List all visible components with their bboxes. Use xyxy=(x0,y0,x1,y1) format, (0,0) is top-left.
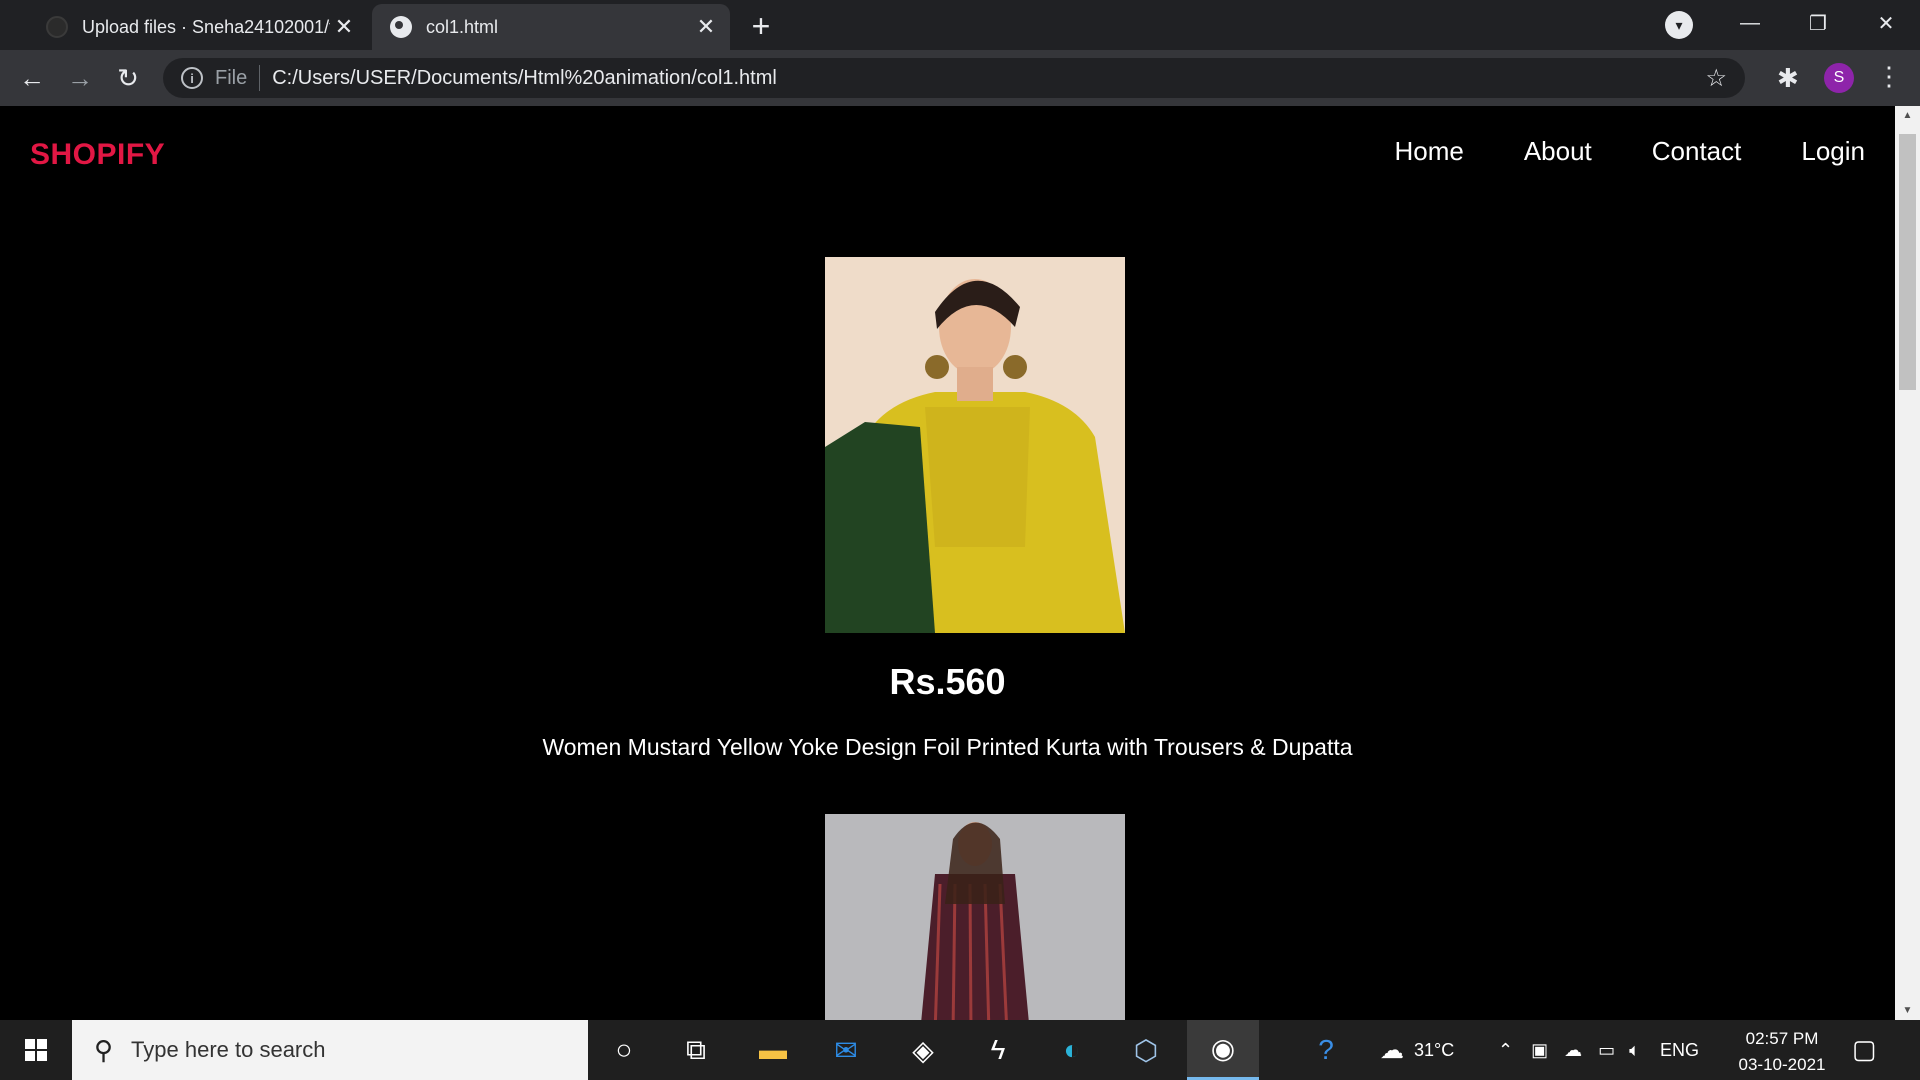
battery-icon[interactable]: ▭ xyxy=(1598,1040,1615,1061)
browser-toolbar: ← → ↻ i File C:/Users/USER/Documents/Htm… xyxy=(0,50,1920,106)
file-explorer-icon[interactable]: ▬ xyxy=(737,1020,809,1080)
extensions-icon[interactable]: ✱ xyxy=(1777,63,1799,94)
notification-icon[interactable]: ▢ xyxy=(1852,1034,1877,1065)
reload-icon[interactable]: ↻ xyxy=(112,62,144,94)
globe-icon xyxy=(390,16,412,38)
date: 03-10-2021 xyxy=(1738,1055,1826,1074)
clock[interactable]: 02:57 PM 03-10-2021 xyxy=(1724,1026,1840,1078)
tab-search-icon[interactable]: ▾ xyxy=(1665,11,1693,39)
onedrive-icon[interactable]: ☁ xyxy=(1564,1040,1582,1061)
scroll-down-icon[interactable]: ▼ xyxy=(1895,1005,1920,1016)
product-image[interactable] xyxy=(825,814,1125,1020)
nav-login[interactable]: Login xyxy=(1801,136,1865,167)
url-text[interactable]: C:/Users/USER/Documents/Html%20animation… xyxy=(272,67,777,90)
tray-icons: ⌃ ▣ ☁ ▭ 🔈︎ ENG xyxy=(1498,1020,1699,1080)
dropbox-icon[interactable]: ◈ xyxy=(887,1020,959,1080)
meet-icon[interactable]: ▣ xyxy=(1531,1040,1548,1061)
time: 02:57 PM xyxy=(1745,1029,1819,1048)
avatar[interactable]: S xyxy=(1824,63,1854,93)
weather-widget[interactable]: ☁ 31°C xyxy=(1380,1020,1454,1080)
search-icon: ⚲ xyxy=(94,1034,114,1065)
virtualbox-icon[interactable]: ⬡ xyxy=(1110,1020,1182,1080)
restore-icon[interactable]: ❐ xyxy=(1784,0,1852,46)
tab-title: col1.html xyxy=(426,16,499,37)
back-icon[interactable]: ← xyxy=(16,62,48,94)
url-scheme: File xyxy=(215,66,248,89)
web-page: SHOPIFY Home About Contact Login Rs.560 … xyxy=(0,106,1895,1020)
nav-about[interactable]: About xyxy=(1524,136,1592,167)
new-tab-button[interactable]: + xyxy=(743,9,779,45)
taskbar-search-input[interactable]: ⚲ Type here to search xyxy=(72,1020,588,1080)
forward-icon[interactable]: → xyxy=(64,62,96,94)
product-image[interactable] xyxy=(825,257,1125,633)
main-nav: Home About Contact Login xyxy=(1394,136,1865,167)
chrome-icon[interactable]: ◉ xyxy=(1187,1020,1259,1080)
cortana-icon[interactable]: ○ xyxy=(588,1020,660,1080)
task-view-icon[interactable]: ⧉ xyxy=(660,1020,732,1080)
close-icon[interactable]: ✕ xyxy=(330,13,358,41)
temperature: 31°C xyxy=(1414,1039,1455,1060)
github-icon xyxy=(46,16,68,38)
tab-strip: Upload files · Sneha24102001/fro ✕ col1.… xyxy=(0,0,1920,50)
menu-kebab-icon[interactable]: ⋮ xyxy=(1876,61,1902,92)
volume-icon[interactable]: 🔈︎ xyxy=(1629,1040,1640,1061)
windows-start-icon[interactable] xyxy=(0,1020,72,1080)
page-scrollbar[interactable]: ▲ ▼ xyxy=(1895,106,1920,1020)
window-controls: — ❐ ✕ xyxy=(1716,0,1920,46)
brand-logo[interactable]: SHOPIFY xyxy=(30,138,165,172)
chevron-up-icon[interactable]: ⌃ xyxy=(1498,1040,1513,1061)
edge-icon[interactable]: ◐ xyxy=(1036,1020,1108,1080)
tab-title: Upload files · Sneha24102001/fro xyxy=(82,16,330,37)
nav-home[interactable]: Home xyxy=(1394,136,1463,167)
sublime-icon[interactable]: ϟ xyxy=(962,1020,1034,1080)
tab-upload-files[interactable]: Upload files · Sneha24102001/fro ✕ xyxy=(28,4,368,50)
minimize-icon[interactable]: — xyxy=(1716,0,1784,46)
nav-contact[interactable]: Contact xyxy=(1652,136,1742,167)
cloud-icon: ☁ xyxy=(1380,1036,1404,1064)
scroll-thumb[interactable] xyxy=(1899,134,1916,390)
tab-col1[interactable]: col1.html ✕ xyxy=(372,4,730,50)
address-bar[interactable]: i File C:/Users/USER/Documents/Html%20an… xyxy=(163,58,1745,98)
divider xyxy=(259,65,261,91)
search-placeholder: Type here to search xyxy=(131,1037,326,1062)
mail-icon[interactable]: ✉ xyxy=(810,1020,882,1080)
language-indicator[interactable]: ENG xyxy=(1660,1040,1699,1061)
product-price: Rs.560 xyxy=(889,661,1006,702)
info-icon[interactable]: i xyxy=(181,67,203,89)
help-icon[interactable]: ? xyxy=(1290,1020,1362,1080)
product-description: Women Mustard Yellow Yoke Design Foil Pr… xyxy=(542,734,1353,760)
bookmark-star-icon[interactable]: ☆ xyxy=(1705,64,1727,93)
taskbar: ⚲ Type here to search ○ ⧉ ▬ ✉ ◈ ϟ ◐ ⬡ ◉ … xyxy=(0,1020,1920,1080)
scroll-up-icon[interactable]: ▲ xyxy=(1895,110,1920,121)
close-window-icon[interactable]: ✕ xyxy=(1852,0,1920,46)
close-icon[interactable]: ✕ xyxy=(692,13,720,41)
